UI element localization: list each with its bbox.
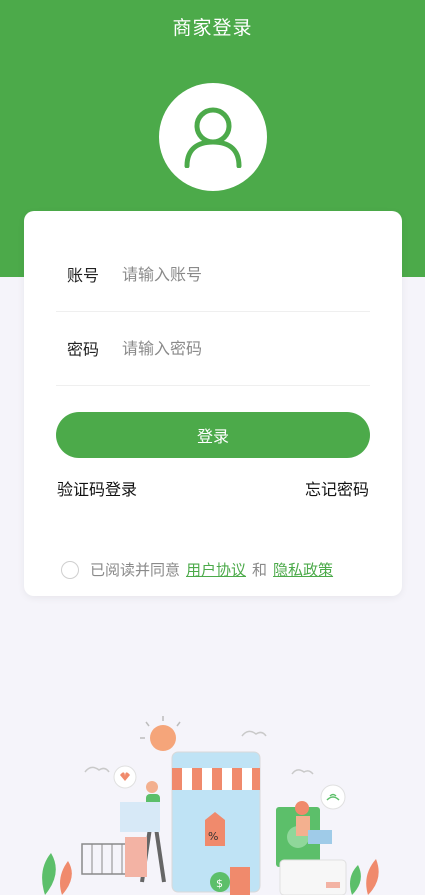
agreement-row: 已阅读并同意 用户协议 和 隐私政策 (61, 559, 333, 580)
login-button[interactable]: 登录 (56, 412, 370, 458)
agreement-and: 和 (252, 561, 268, 579)
password-input[interactable] (122, 338, 352, 358)
user-agreement-link[interactable]: 用户协议 (186, 559, 246, 580)
agreement-prefix: 已阅读并同意 (90, 561, 181, 579)
page-title: 商家登录 (172, 17, 253, 39)
account-input[interactable] (122, 264, 352, 284)
user-icon (184, 107, 242, 168)
password-label: 密码 (67, 340, 100, 359)
account-field: 账号 (56, 237, 370, 312)
sms-login-link[interactable]: 验证码登录 (57, 476, 137, 500)
forgot-password-link[interactable]: 忘记密码 (305, 476, 369, 500)
agree-radio[interactable] (61, 560, 79, 579)
avatar (159, 83, 267, 191)
svg-text:$: $ (216, 877, 223, 890)
shopping-illustration: % $ (42, 716, 379, 895)
login-card: 账号 密码 登录 验证码登录 忘记密码 已阅读并同意 用户协议 和 隐私政策 (24, 211, 402, 596)
account-label: 账号 (67, 266, 100, 285)
svg-text:%: % (208, 830, 218, 843)
password-field: 密码 (56, 311, 370, 386)
privacy-policy-link[interactable]: 隐私政策 (273, 559, 333, 580)
